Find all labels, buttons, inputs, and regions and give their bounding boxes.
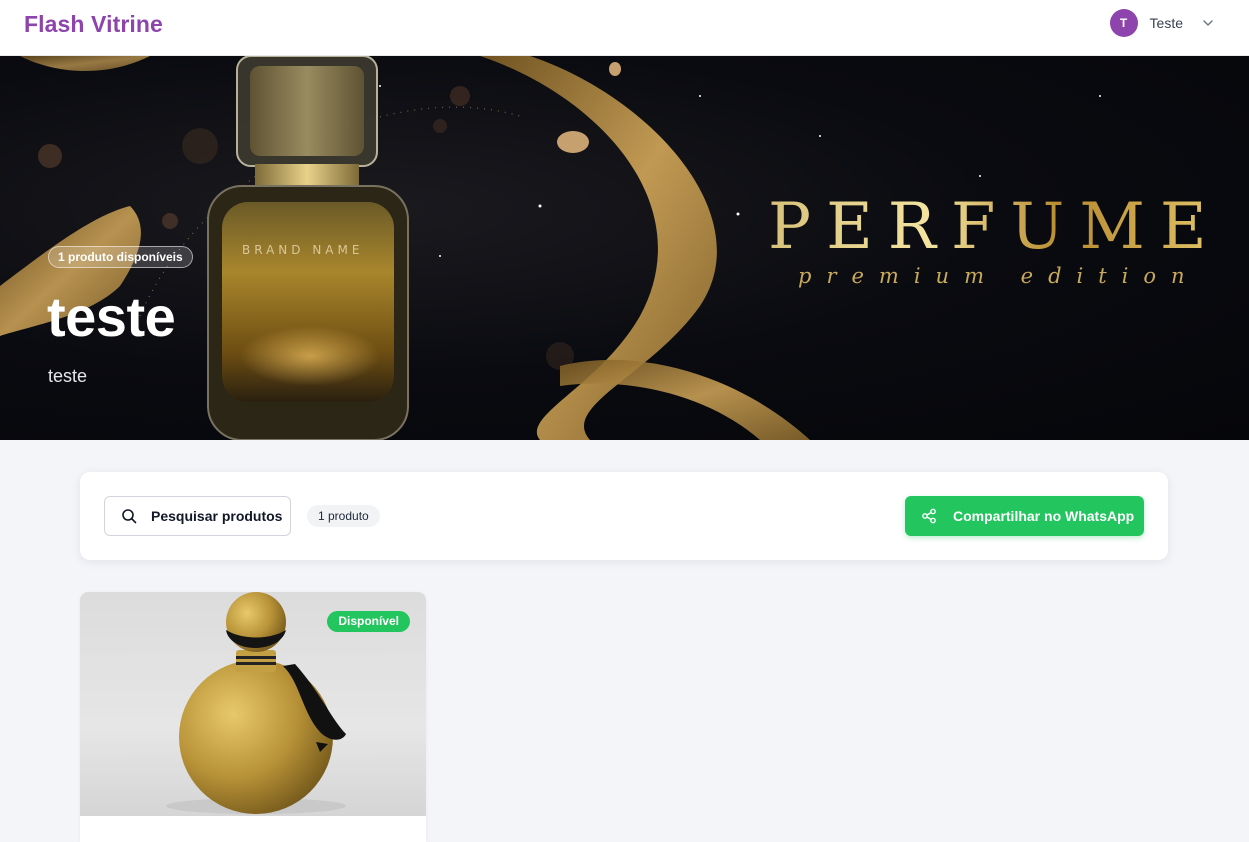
- user-avatar[interactable]: T: [1109, 9, 1138, 37]
- products-toolbar: Pesquisar produtos 1 produto Compartilha…: [80, 472, 1168, 560]
- page-subtitle: teste: [48, 366, 88, 386]
- share-whatsapp-button[interactable]: Compartilhar no WhatsApp: [905, 496, 1144, 536]
- product-count-badge: 1 produto: [307, 505, 380, 527]
- bottle-label: BRAND NAME: [242, 243, 364, 257]
- status-badge: Disponível: [327, 611, 410, 632]
- banner-word: PERFUME: [768, 190, 1222, 264]
- page-title: teste: [47, 285, 176, 348]
- product-card[interactable]: Disponível: [80, 592, 426, 842]
- share-label: Compartilhar no WhatsApp: [953, 508, 1135, 524]
- search-icon: [122, 509, 137, 524]
- available-badge: 1 produto disponíveis: [48, 246, 193, 268]
- top-navbar: Flash Vitrine T Teste: [0, 0, 1249, 56]
- search-products-button[interactable]: Pesquisar produtos: [104, 496, 291, 536]
- brand-logo[interactable]: Flash Vitrine: [24, 11, 163, 38]
- user-menu[interactable]: T Teste: [1109, 9, 1215, 37]
- chevron-down-icon[interactable]: [1201, 16, 1215, 30]
- hero-banner: BRAND NAME PERFUME premium edition 1 pro…: [0, 56, 1249, 440]
- search-label: Pesquisar produtos: [151, 508, 283, 524]
- user-name[interactable]: Teste: [1150, 15, 1183, 31]
- banner-tagline: premium edition: [798, 264, 1200, 288]
- share-icon: [922, 508, 936, 524]
